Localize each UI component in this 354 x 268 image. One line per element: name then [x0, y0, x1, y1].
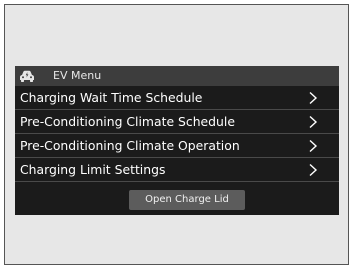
- chevron-right-icon: [309, 163, 318, 177]
- menu-item-pre-conditioning-climate-operation[interactable]: Pre-Conditioning Climate Operation: [15, 134, 339, 158]
- ev-car-icon: [20, 70, 34, 82]
- menu-item-label: Pre-Conditioning Climate Schedule: [20, 114, 235, 129]
- chevron-right-icon: [309, 115, 318, 129]
- chevron-right-icon: [309, 139, 318, 153]
- open-charge-lid-label: Open Charge Lid: [145, 194, 229, 205]
- manual-figure-frame: EV Menu Charging Wait Time Schedule Pre-…: [4, 4, 349, 265]
- menu-item-label: Charging Limit Settings: [20, 162, 166, 177]
- menu-item-pre-conditioning-climate-schedule[interactable]: Pre-Conditioning Climate Schedule: [15, 110, 339, 134]
- title-bar: EV Menu: [15, 66, 339, 86]
- menu-item-label: Charging Wait Time Schedule: [20, 90, 203, 105]
- chevron-right-icon: [309, 91, 318, 105]
- menu-item-charging-limit-settings[interactable]: Charging Limit Settings: [15, 158, 339, 182]
- ev-menu-screen: EV Menu Charging Wait Time Schedule Pre-…: [15, 66, 339, 215]
- menu-title: EV Menu: [53, 69, 102, 82]
- open-charge-lid-button[interactable]: Open Charge Lid: [129, 190, 245, 210]
- menu-item-label: Pre-Conditioning Climate Operation: [20, 138, 240, 153]
- menu-item-charging-wait-time-schedule[interactable]: Charging Wait Time Schedule: [15, 86, 339, 110]
